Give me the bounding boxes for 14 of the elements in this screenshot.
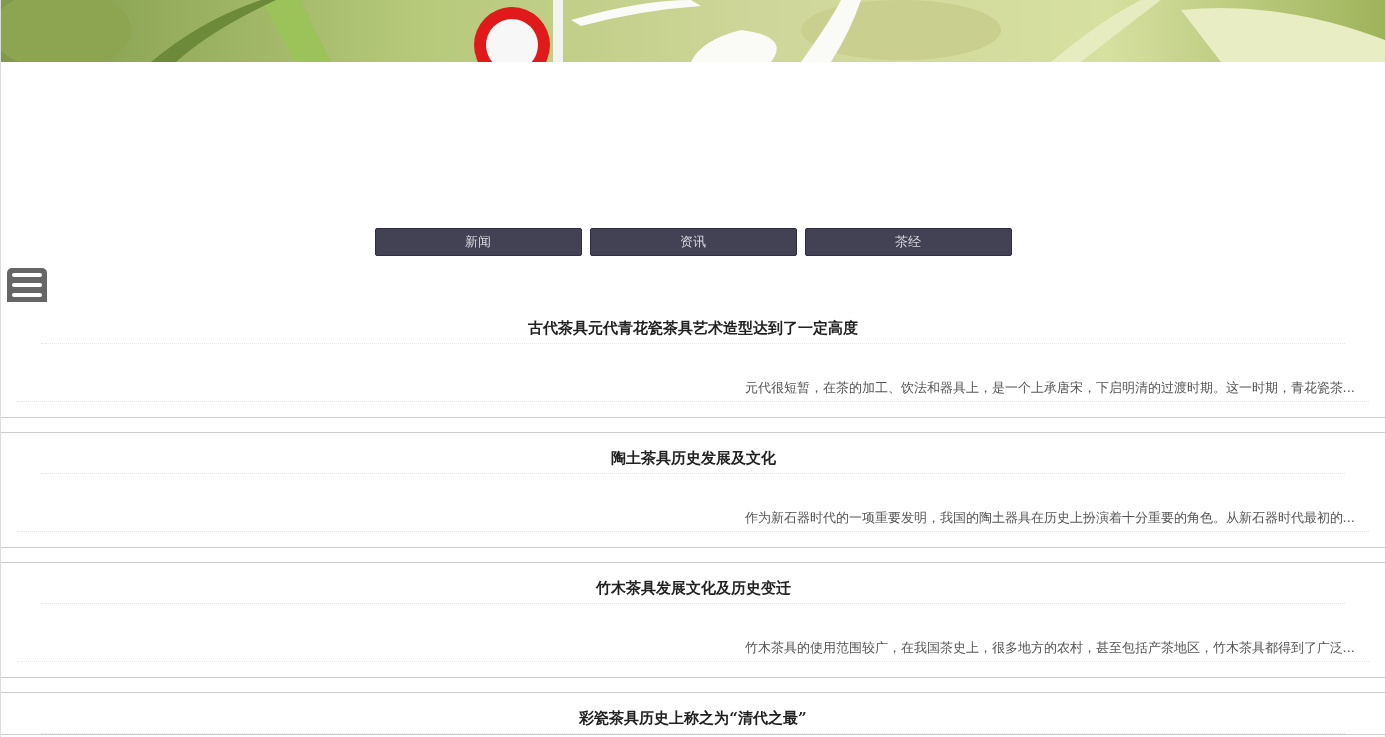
article-summary: 竹木茶具的使用范围较广，在我国茶史上，很多地方的农村，甚至包括产茶地区，竹木茶具都得到了广泛... [17,604,1369,662]
article-card[interactable]: 古代茶具元代青花瓷茶具艺术造型达到了一定高度 元代很短暂，在茶的加工、饮法和器具上，是一个上承唐宋，下启明清的过渡时期。这一时期，青花瓷茶... [1,302,1385,418]
article-summary: 作为新石器时代的一项重要发明，我国的陶土器具在历史上扮演着十分重要的角色。从新石器时代最初的... [17,474,1369,532]
nav-button[interactable]: 新闻 [374,228,582,256]
article-title: 古代茶具元代青花瓷茶具艺术造型达到了一定高度 [41,303,1345,344]
nav-button[interactable]: 资讯 [589,228,797,256]
article-title: 陶土茶具历史发展及文化 [41,433,1345,474]
menu-button[interactable] [7,268,47,302]
nav-button[interactable]: 茶经 [804,228,1012,256]
article-card[interactable]: 陶土茶具历史发展及文化 作为新石器时代的一项重要发明，我国的陶土器具在历史上扮演着十分重要的角色。从新石器时代最初的... [1,432,1385,548]
article-summary: 元代很短暂，在茶的加工、饮法和器具上，是一个上承唐宋，下启明清的过渡时期。这一时期，青花瓷茶... [17,344,1369,402]
article-card[interactable]: 竹木茶具发展文化及历史变迁 竹木茶具的使用范围较广，在我国茶史上，很多地方的农村，甚至包括产茶地区，竹木茶具都得到了广泛... [1,562,1385,678]
article-title: 竹木茶具发展文化及历史变迁 [41,563,1345,604]
menu-icon [10,270,44,300]
